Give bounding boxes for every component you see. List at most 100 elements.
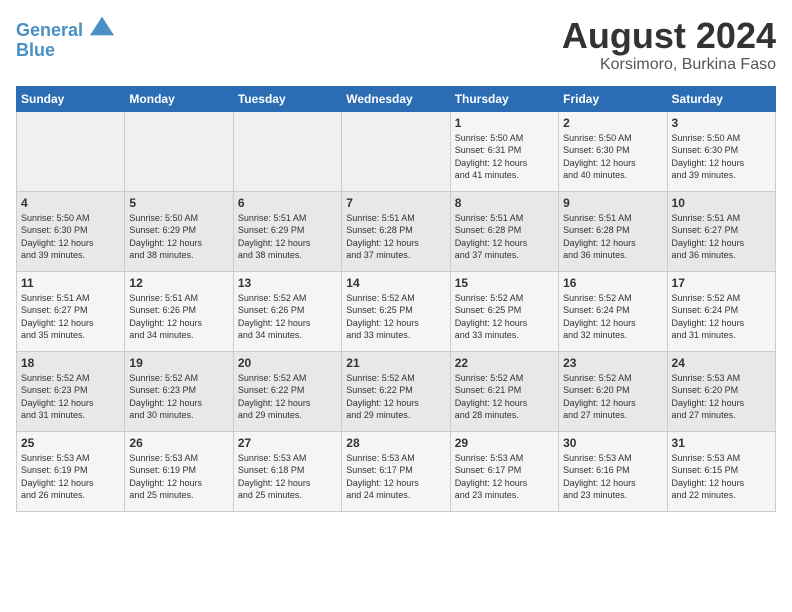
day-cell-26: 26 Sunrise: 5:53 AM Sunset: 6:19 PM Dayli… (125, 431, 233, 511)
day-detail: Sunrise: 5:51 AM Sunset: 6:29 PM Dayligh… (238, 212, 337, 262)
day-number: 27 (238, 436, 337, 450)
day-detail: Sunrise: 5:52 AM Sunset: 6:22 PM Dayligh… (346, 372, 445, 422)
weekday-saturday: Saturday (667, 86, 775, 111)
day-cell-23: 23 Sunrise: 5:52 AM Sunset: 6:20 PM Dayli… (559, 351, 667, 431)
day-number: 28 (346, 436, 445, 450)
day-detail: Sunrise: 5:50 AM Sunset: 6:31 PM Dayligh… (455, 132, 554, 182)
day-number: 31 (672, 436, 771, 450)
day-detail: Sunrise: 5:52 AM Sunset: 6:26 PM Dayligh… (238, 292, 337, 342)
day-number: 23 (563, 356, 662, 370)
day-cell-18: 18 Sunrise: 5:52 AM Sunset: 6:23 PM Dayli… (17, 351, 125, 431)
day-number: 3 (672, 116, 771, 130)
weekday-thursday: Thursday (450, 86, 558, 111)
day-cell-31: 31 Sunrise: 5:53 AM Sunset: 6:15 PM Dayli… (667, 431, 775, 511)
day-detail: Sunrise: 5:52 AM Sunset: 6:22 PM Dayligh… (238, 372, 337, 422)
day-cell-27: 27 Sunrise: 5:53 AM Sunset: 6:18 PM Dayli… (233, 431, 341, 511)
calendar-header: SundayMondayTuesdayWednesdayThursdayFrid… (17, 86, 776, 111)
day-number: 2 (563, 116, 662, 130)
day-number: 21 (346, 356, 445, 370)
day-detail: Sunrise: 5:50 AM Sunset: 6:30 PM Dayligh… (21, 212, 120, 262)
day-cell-19: 19 Sunrise: 5:52 AM Sunset: 6:23 PM Dayli… (125, 351, 233, 431)
day-detail: Sunrise: 5:53 AM Sunset: 6:19 PM Dayligh… (21, 452, 120, 502)
day-detail: Sunrise: 5:51 AM Sunset: 6:27 PM Dayligh… (672, 212, 771, 262)
title-block: August 2024 Korsimoro, Burkina Faso (562, 16, 776, 74)
day-detail: Sunrise: 5:53 AM Sunset: 6:16 PM Dayligh… (563, 452, 662, 502)
day-number: 12 (129, 276, 228, 290)
day-cell-10: 10 Sunrise: 5:51 AM Sunset: 6:27 PM Dayli… (667, 191, 775, 271)
logo-text: General (16, 16, 114, 41)
day-number: 24 (672, 356, 771, 370)
day-number: 30 (563, 436, 662, 450)
day-number: 25 (21, 436, 120, 450)
weekday-tuesday: Tuesday (233, 86, 341, 111)
logo-icon (90, 16, 114, 36)
day-detail: Sunrise: 5:53 AM Sunset: 6:18 PM Dayligh… (238, 452, 337, 502)
day-cell-1: 1 Sunrise: 5:50 AM Sunset: 6:31 PM Daylig… (450, 111, 558, 191)
day-number: 17 (672, 276, 771, 290)
day-cell-6: 6 Sunrise: 5:51 AM Sunset: 6:29 PM Daylig… (233, 191, 341, 271)
day-cell-24: 24 Sunrise: 5:53 AM Sunset: 6:20 PM Dayli… (667, 351, 775, 431)
day-number: 5 (129, 196, 228, 210)
day-detail: Sunrise: 5:51 AM Sunset: 6:28 PM Dayligh… (346, 212, 445, 262)
weekday-sunday: Sunday (17, 86, 125, 111)
day-cell-14: 14Sunrise: 5:52 AM Sunset: 6:25 PM Dayli… (342, 271, 450, 351)
day-detail: Sunrise: 5:53 AM Sunset: 6:20 PM Dayligh… (672, 372, 771, 422)
day-number: 15 (455, 276, 554, 290)
day-detail: Sunrise: 5:52 AM Sunset: 6:25 PM Dayligh… (455, 292, 554, 342)
day-detail: Sunrise: 5:52 AM Sunset: 6:24 PM Dayligh… (563, 292, 662, 342)
day-cell-22: 22Sunrise: 5:52 AM Sunset: 6:21 PM Dayli… (450, 351, 558, 431)
day-number: 6 (238, 196, 337, 210)
day-number: 18 (21, 356, 120, 370)
empty-cell (233, 111, 341, 191)
page-header: General Blue August 2024 Korsimoro, Burk… (16, 16, 776, 74)
day-number: 26 (129, 436, 228, 450)
day-detail: Sunrise: 5:52 AM Sunset: 6:23 PM Dayligh… (129, 372, 228, 422)
day-cell-3: 3 Sunrise: 5:50 AM Sunset: 6:30 PM Daylig… (667, 111, 775, 191)
day-cell-11: 11 Sunrise: 5:51 AM Sunset: 6:27 PM Dayli… (17, 271, 125, 351)
day-number: 13 (238, 276, 337, 290)
day-detail: Sunrise: 5:53 AM Sunset: 6:19 PM Dayligh… (129, 452, 228, 502)
day-number: 19 (129, 356, 228, 370)
day-cell-25: 25 Sunrise: 5:53 AM Sunset: 6:19 PM Dayli… (17, 431, 125, 511)
day-cell-5: 5 Sunrise: 5:50 AM Sunset: 6:29 PM Daylig… (125, 191, 233, 271)
day-detail: Sunrise: 5:50 AM Sunset: 6:30 PM Dayligh… (672, 132, 771, 182)
day-number: 4 (21, 196, 120, 210)
day-cell-29: 29Sunrise: 5:53 AM Sunset: 6:17 PM Dayli… (450, 431, 558, 511)
day-cell-16: 16 Sunrise: 5:52 AM Sunset: 6:24 PM Dayli… (559, 271, 667, 351)
logo: General Blue (16, 16, 114, 61)
day-detail: Sunrise: 5:51 AM Sunset: 6:28 PM Dayligh… (563, 212, 662, 262)
day-detail: Sunrise: 5:51 AM Sunset: 6:27 PM Dayligh… (21, 292, 120, 342)
day-number: 11 (21, 276, 120, 290)
day-detail: Sunrise: 5:51 AM Sunset: 6:28 PM Dayligh… (455, 212, 554, 262)
empty-cell (125, 111, 233, 191)
day-number: 16 (563, 276, 662, 290)
day-cell-30: 30 Sunrise: 5:53 AM Sunset: 6:16 PM Dayli… (559, 431, 667, 511)
month-title: August 2024 (562, 16, 776, 56)
calendar-table: SundayMondayTuesdayWednesdayThursdayFrid… (16, 86, 776, 512)
day-detail: Sunrise: 5:50 AM Sunset: 6:30 PM Dayligh… (563, 132, 662, 182)
day-detail: Sunrise: 5:52 AM Sunset: 6:23 PM Dayligh… (21, 372, 120, 422)
day-cell-13: 13 Sunrise: 5:52 AM Sunset: 6:26 PM Dayli… (233, 271, 341, 351)
day-detail: Sunrise: 5:52 AM Sunset: 6:25 PM Dayligh… (346, 292, 445, 342)
empty-cell (17, 111, 125, 191)
day-cell-15: 15 Sunrise: 5:52 AM Sunset: 6:25 PM Dayli… (450, 271, 558, 351)
day-cell-20: 20Sunrise: 5:52 AM Sunset: 6:22 PM Dayli… (233, 351, 341, 431)
weekday-wednesday: Wednesday (342, 86, 450, 111)
location-title: Korsimoro, Burkina Faso (562, 56, 776, 74)
day-cell-2: 2 Sunrise: 5:50 AM Sunset: 6:30 PM Daylig… (559, 111, 667, 191)
day-cell-12: 12Sunrise: 5:51 AM Sunset: 6:26 PM Dayli… (125, 271, 233, 351)
day-detail: Sunrise: 5:52 AM Sunset: 6:20 PM Dayligh… (563, 372, 662, 422)
day-detail: Sunrise: 5:53 AM Sunset: 6:17 PM Dayligh… (455, 452, 554, 502)
logo-subtext: Blue (16, 41, 114, 61)
empty-cell (342, 111, 450, 191)
day-cell-21: 21 Sunrise: 5:52 AM Sunset: 6:22 PM Dayli… (342, 351, 450, 431)
day-number: 1 (455, 116, 554, 130)
day-detail: Sunrise: 5:50 AM Sunset: 6:29 PM Dayligh… (129, 212, 228, 262)
day-number: 22 (455, 356, 554, 370)
day-number: 10 (672, 196, 771, 210)
day-cell-9: 9 Sunrise: 5:51 AM Sunset: 6:28 PM Daylig… (559, 191, 667, 271)
day-number: 7 (346, 196, 445, 210)
day-number: 9 (563, 196, 662, 210)
day-cell-17: 17Sunrise: 5:52 AM Sunset: 6:24 PM Dayli… (667, 271, 775, 351)
day-detail: Sunrise: 5:53 AM Sunset: 6:15 PM Dayligh… (672, 452, 771, 502)
